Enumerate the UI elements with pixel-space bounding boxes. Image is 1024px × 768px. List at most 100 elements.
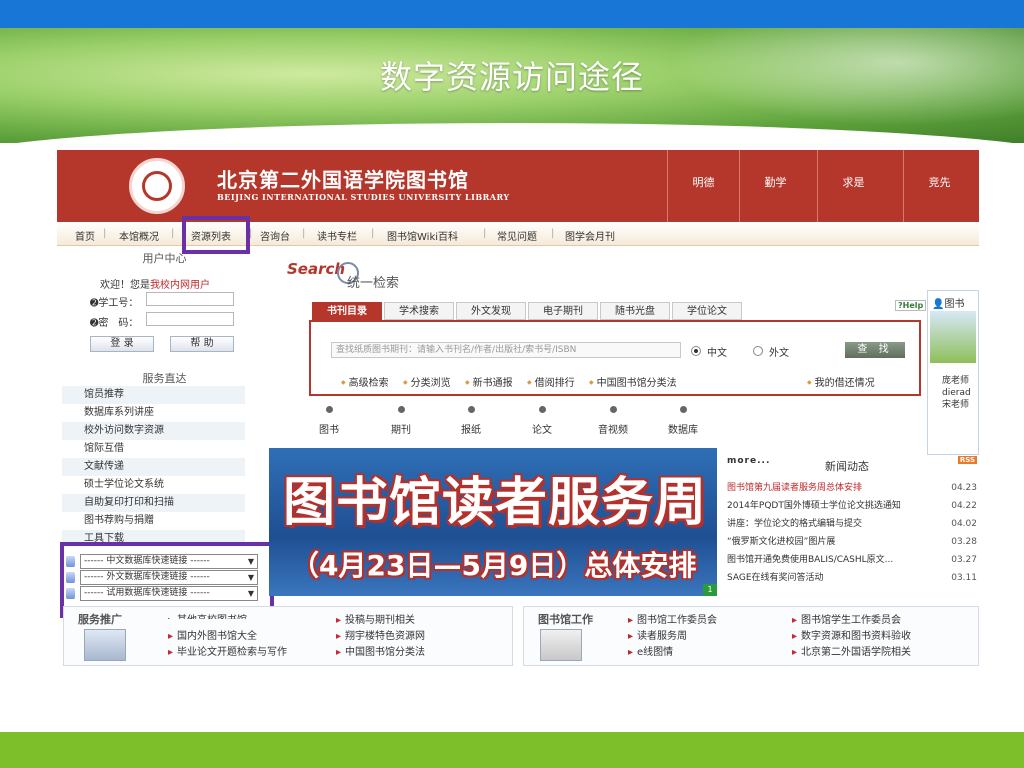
news-item[interactable]: SAGE在线有奖问答活动 03.11 (727, 570, 977, 587)
tab-thesis[interactable]: 学位论文 (672, 302, 742, 320)
promo-banner[interactable]: 图书馆读者服务周 （4月23日—5月9日）总体安排 1 (269, 448, 717, 596)
category-database[interactable]: 数据库 (653, 406, 713, 436)
link-student-committee[interactable]: 图书馆学生工作委员会 (792, 611, 901, 626)
service-item[interactable]: 数据库系列讲座 (62, 404, 245, 422)
nav-faq[interactable]: 常见问题 (497, 228, 537, 243)
help-badge[interactable]: ?Help (895, 300, 927, 311)
nav-separator: | (103, 228, 107, 239)
promo-subtitle: （4月23日—5月9日）总体安排 (291, 549, 697, 582)
radio-foreign[interactable] (753, 346, 763, 356)
user-center-title-text: 用户中心 (142, 252, 187, 265)
news-item-date: 04.23 (951, 483, 977, 493)
category-books[interactable]: 图书 (299, 406, 359, 436)
nav-about[interactable]: 本馆概况 (119, 228, 159, 243)
bullet-icon (679, 406, 687, 413)
news-item[interactable]: 2014年PQDT国外博硕士学位论文挑选通知 04.22 (727, 498, 977, 515)
search-button[interactable]: 查 找 (845, 342, 905, 358)
link-browse-category[interactable]: 分类浏览 (403, 374, 451, 389)
search-input[interactable]: 查找纸质图书期刊：请输入书刊名/作者/出版社/索书号/ISBN (331, 342, 681, 358)
link-borrow-ranking[interactable]: 借阅排行 (527, 374, 575, 389)
news-item-date: 03.11 (951, 573, 977, 583)
promo-page-indicator[interactable]: 1 (703, 584, 717, 596)
help-button[interactable]: 帮 助 (170, 336, 234, 352)
link-special-resources[interactable]: 翔宇楼特色资源网 (336, 627, 425, 642)
side-card-line: dierad (942, 388, 971, 398)
link-classification-bottom[interactable]: 中国图书馆分类法 (336, 643, 425, 658)
nav-separator: | (302, 228, 306, 239)
link-reader-week[interactable]: 读者服务周 (628, 627, 687, 642)
library-logo[interactable] (129, 158, 185, 214)
services-list: 馆员推荐 数据库系列讲座 校外访问数字资源 馆际互借 文献传递 硕士学位论文系统… (62, 386, 267, 546)
rss-icon[interactable]: RSS (957, 456, 977, 464)
student-id-label: ➋学工号： (90, 294, 138, 309)
category-newspapers[interactable]: 报纸 (441, 406, 501, 436)
link-work-committee[interactable]: 图书馆工作委员会 (628, 611, 717, 626)
tab-catalog[interactable]: 书刊目录 (312, 302, 382, 320)
link-my-borrowing[interactable]: 我的借还情况 (807, 374, 875, 389)
link-other-libraries[interactable]: 其他高校图书馆 (168, 611, 247, 619)
computer-icon (84, 629, 126, 661)
bullet-icon (325, 406, 333, 413)
service-item[interactable]: 馆际互借 (62, 440, 245, 458)
nav-home[interactable]: 首页 (75, 228, 95, 243)
news-item[interactable]: 图书馆第九届读者服务周总体安排 04.23 (727, 480, 977, 497)
link-eline[interactable]: e线图情 (628, 643, 673, 658)
bullet-icon (538, 406, 546, 413)
news-item-date: 04.02 (951, 519, 977, 529)
news-item[interactable]: 讲座：学位论文的格式编辑与提交 04.02 (727, 516, 977, 533)
library-work-heading: 图书馆工作 (538, 613, 593, 626)
nav-reference-desk[interactable]: 咨询台 (260, 228, 290, 243)
news-item[interactable]: 图书馆开通免费使用BALIS/CASHL原文... 03.27 (727, 552, 977, 569)
nav-wiki[interactable]: 图书馆Wiki百科 (387, 228, 458, 243)
student-id-input[interactable] (146, 292, 234, 306)
service-item[interactable]: 文献传递 (62, 458, 245, 476)
motto-1: 明德 (667, 150, 739, 222)
side-card-line: 庞老师 (942, 376, 970, 386)
service-item[interactable]: 硕士学位论文系统 (62, 476, 245, 494)
news-item-text: 图书馆开通免费使用BALIS/CASHL原文... (727, 555, 894, 565)
news-more-link[interactable]: more... (727, 456, 770, 466)
service-item[interactable]: 校外访问数字资源 (62, 422, 245, 440)
link-submission[interactable]: 投稿与期刊相关 (336, 611, 415, 626)
link-advanced-search[interactable]: 高级检索 (341, 374, 389, 389)
welcome-user: 我校内网用户 (150, 280, 210, 291)
user-center-title: 用户中心 (62, 250, 267, 266)
category-journals[interactable]: 期刊 (371, 406, 431, 436)
password-label: ➋密 码： (90, 314, 138, 329)
link-new-books[interactable]: 新书通报 (465, 374, 513, 389)
service-item[interactable]: 图书荐购与捐赠 (62, 512, 245, 530)
service-item-partial[interactable]: 工具下载 (62, 530, 245, 542)
library-name-en: BEIJING INTERNATIONAL STUDIES UNIVERSITY… (217, 192, 510, 202)
category-papers[interactable]: 论文 (512, 406, 572, 436)
category-av[interactable]: 音视频 (583, 406, 643, 436)
link-library-directory[interactable]: 国内外图书馆大全 (168, 627, 257, 642)
link-classification[interactable]: 中国图书馆分类法 (589, 374, 677, 389)
news-item[interactable]: “俄罗斯文化进校园”图片展 03.28 (727, 534, 977, 551)
link-resource-acceptance[interactable]: 数字资源和图书资料验收 (792, 627, 911, 642)
nav-reading-column[interactable]: 读书专栏 (317, 228, 357, 243)
link-thesis-guide[interactable]: 毕业论文开题检索与写作 (168, 643, 287, 658)
category-av-label: 音视频 (598, 425, 628, 436)
radio-chinese[interactable] (691, 346, 701, 356)
tab-cd[interactable]: 随书光盘 (600, 302, 670, 320)
tab-foreign-discovery[interactable]: 外文发现 (456, 302, 526, 320)
news-item-date: 04.22 (951, 501, 977, 511)
news-panel: more... 新闻动态 RSS 图书馆第九届读者服务周总体安排 04.23 20… (725, 450, 979, 598)
service-item[interactable]: 馆员推荐 (62, 386, 245, 404)
service-item[interactable]: 自助复印打印和扫描 (62, 494, 245, 512)
tab-scholar[interactable]: 学术搜索 (384, 302, 454, 320)
news-item-text: 讲座：学位论文的格式编辑与提交 (727, 519, 863, 529)
service-promotion-heading: 服务推广 (78, 613, 122, 626)
search-tabs: 书刊目录 学术搜索 外文发现 电子期刊 随书光盘 学位论文 (312, 302, 927, 320)
welcome-text: 欢迎！您是我校内网用户 (100, 276, 210, 291)
search-box: 查找纸质图书期刊：请输入书刊名/作者/出版社/索书号/ISBN 中文 外文 查 … (309, 320, 921, 396)
password-input[interactable] (146, 312, 234, 326)
motto-2: 勤学 (739, 150, 811, 222)
link-bisu-related[interactable]: 北京第二外国语学院相关 (792, 643, 911, 658)
motto-4: 竞先 (903, 150, 975, 222)
news-item-text: 2014年PQDT国外博硕士学位论文挑选通知 (727, 501, 901, 511)
news-item-text: 图书馆第九届读者服务周总体安排 (727, 483, 863, 493)
tab-ejournal[interactable]: 电子期刊 (528, 302, 598, 320)
nav-monthly[interactable]: 图学会月刊 (565, 228, 615, 243)
login-button[interactable]: 登 录 (90, 336, 154, 352)
